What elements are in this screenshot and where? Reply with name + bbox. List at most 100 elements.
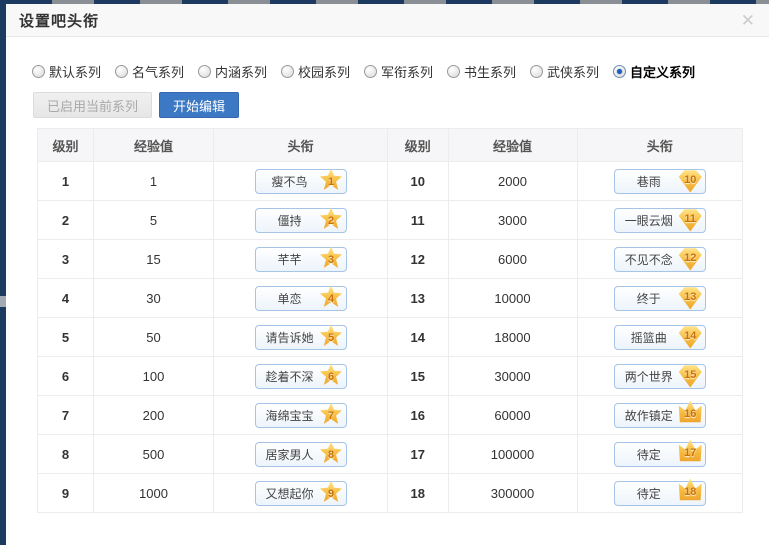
start-edit-button[interactable]: 开始编辑 (159, 92, 240, 118)
exp-cell: 1 (93, 161, 214, 201)
badge-number: 6 (327, 370, 335, 383)
title-text: 僵持 (277, 213, 302, 228)
series-radio-group: 默认系列 名气系列 内涵系列 校园系列 军衔系列 书生系列 武侠系列 自定义系列 (32, 62, 769, 80)
level-cell: 5 (37, 317, 94, 357)
series-radio-option[interactable]: 校园系列 (281, 62, 364, 81)
col-header-exp: 经验值 (447, 128, 578, 162)
title-chip[interactable]: 请告诉她 5 (254, 324, 347, 350)
title-chip[interactable]: 单恋 4 (254, 285, 347, 311)
title-chip[interactable]: 故作镇定 16 (613, 402, 706, 428)
radio-icon[interactable] (32, 64, 45, 78)
title-text: 单恋 (277, 291, 302, 306)
title-text: 海绵宝宝 (265, 408, 314, 423)
radio-icon[interactable] (364, 64, 377, 78)
level-badge-icon: 13 (679, 287, 702, 310)
title-chip[interactable]: 巷雨 10 (613, 168, 706, 194)
title-cell: 趁着不深 6 (213, 356, 388, 396)
title-text: 又想起你 (265, 486, 314, 501)
title-text: 瘦不鸟 (271, 174, 308, 189)
title-table-left: 级别 经验值 头衔 1 1 瘦不鸟 1 2 5 僵持 2 3 15 芊芊 3 4… (37, 128, 388, 513)
title-text: 待定 (636, 447, 661, 462)
table-row: 4 30 单恋 4 (37, 278, 388, 318)
col-header-level: 级别 (388, 128, 449, 162)
title-cell: 瘦不鸟 1 (213, 161, 388, 201)
series-radio-label: 名气系列 (132, 64, 185, 80)
enabled-series-button[interactable]: 已启用当前系列 (33, 92, 153, 118)
title-cell: 单恋 4 (213, 278, 388, 318)
level-badge-icon: 17 (679, 439, 702, 462)
level-cell: 11 (388, 200, 449, 240)
title-chip[interactable]: 海绵宝宝 7 (254, 402, 347, 428)
badge-number: 8 (327, 448, 335, 461)
level-badge-icon: 8 (320, 442, 343, 465)
exp-cell: 10000 (447, 278, 578, 318)
badge-number: 15 (684, 369, 697, 381)
title-text: 巷雨 (636, 174, 661, 189)
table-row: 8 500 居家男人 8 (37, 434, 388, 474)
title-cell: 待定 18 (576, 473, 743, 513)
title-chip[interactable]: 两个世界 15 (613, 363, 706, 389)
series-radio-option[interactable]: 书生系列 (447, 62, 530, 81)
title-chip[interactable]: 一眼云烟 11 (613, 207, 706, 233)
table-header-row: 级别 经验值 头衔 (37, 128, 388, 162)
title-text: 待定 (636, 486, 661, 501)
title-cell: 终于 13 (576, 278, 743, 318)
title-chip[interactable]: 居家男人 8 (254, 441, 347, 467)
title-chip[interactable]: 终于 13 (613, 285, 706, 311)
title-chip[interactable]: 待定 17 (613, 439, 706, 467)
title-cell: 巷雨 10 (576, 161, 743, 201)
badge-number: 7 (327, 409, 335, 422)
series-radio-label: 内涵系列 (215, 64, 268, 80)
radio-icon[interactable] (198, 64, 211, 78)
title-cell: 僵持 2 (213, 200, 388, 240)
col-header-level: 级别 (37, 128, 94, 162)
radio-icon[interactable] (281, 64, 294, 78)
badge-number: 16 (684, 408, 697, 420)
radio-icon[interactable] (530, 64, 543, 78)
series-radio-option[interactable]: 名气系列 (115, 62, 198, 81)
title-cell: 芊芊 3 (213, 239, 388, 279)
radio-icon[interactable] (115, 64, 128, 78)
table-row: 3 15 芊芊 3 (37, 239, 388, 279)
title-chip[interactable]: 不见不念 12 (613, 246, 706, 272)
title-chip[interactable]: 趁着不深 6 (254, 363, 347, 389)
title-text: 两个世界 (624, 369, 673, 384)
badge-number: 13 (684, 291, 697, 303)
series-radio-label: 书生系列 (464, 64, 517, 80)
close-icon[interactable]: ✕ (741, 12, 755, 29)
table-row: 11 3000 一眼云烟 11 (388, 200, 743, 240)
title-chip[interactable]: 僵持 2 (254, 207, 347, 233)
title-cell: 请告诉她 5 (213, 317, 388, 357)
title-chip[interactable]: 摇篮曲 14 (613, 324, 706, 350)
badge-number: 17 (684, 447, 697, 459)
radio-icon[interactable] (447, 64, 460, 78)
title-tables: 级别 经验值 头衔 1 1 瘦不鸟 1 2 5 僵持 2 3 15 芊芊 3 4… (37, 128, 769, 513)
title-cell: 待定 17 (576, 434, 743, 474)
radio-icon[interactable] (613, 64, 626, 78)
series-radio-option[interactable]: 内涵系列 (198, 62, 281, 81)
title-text: 请告诉她 (265, 330, 314, 345)
title-chip[interactable]: 待定 18 (613, 480, 706, 506)
table-row: 15 30000 两个世界 15 (388, 356, 743, 396)
level-badge-icon: 11 (679, 209, 702, 232)
title-chip[interactable]: 瘦不鸟 1 (254, 168, 347, 194)
series-radio-option[interactable]: 武侠系列 (530, 62, 613, 81)
series-radio-option[interactable]: 默认系列 (32, 62, 115, 81)
title-chip[interactable]: 芊芊 3 (254, 246, 347, 272)
badge-number: 5 (327, 331, 335, 344)
level-badge-icon: 15 (679, 365, 702, 388)
table-row: 17 100000 待定 17 (388, 434, 743, 474)
level-cell: 8 (37, 434, 94, 474)
table-row: 9 1000 又想起你 9 (37, 473, 388, 513)
title-cell: 居家男人 8 (213, 434, 388, 474)
title-chip[interactable]: 又想起你 9 (254, 480, 347, 506)
title-text: 不见不念 (624, 252, 673, 267)
exp-cell: 50 (93, 317, 214, 357)
level-badge-icon: 7 (320, 403, 343, 426)
level-cell: 2 (37, 200, 94, 240)
exp-cell: 500 (93, 434, 214, 474)
level-cell: 15 (388, 356, 449, 396)
series-radio-option[interactable]: 军衔系列 (364, 62, 447, 81)
series-radio-option[interactable]: 自定义系列 (613, 62, 696, 81)
table-row: 2 5 僵持 2 (37, 200, 388, 240)
